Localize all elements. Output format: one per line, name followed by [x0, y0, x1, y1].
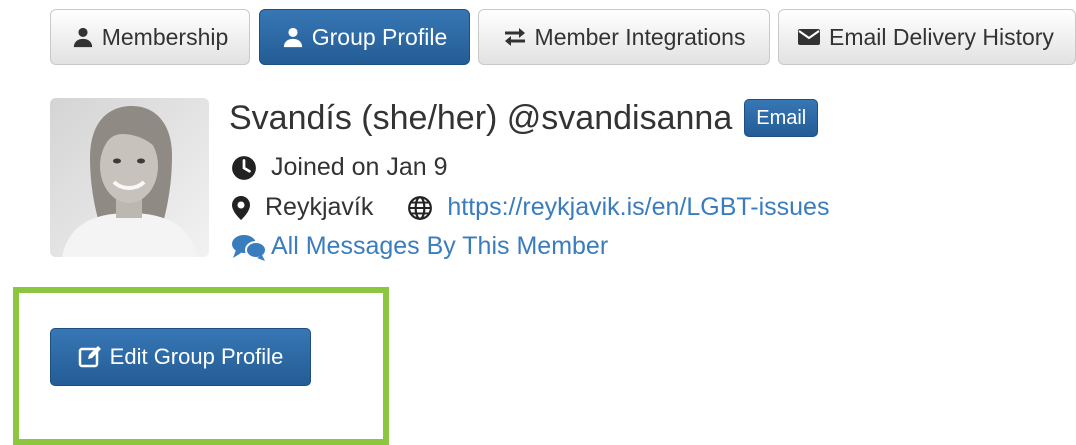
tab-email-delivery-history[interactable]: Email Delivery History: [778, 9, 1076, 65]
avatar-photo: [50, 98, 209, 257]
tab-label: Email Delivery History: [829, 23, 1054, 50]
tab-member-integrations[interactable]: Member Integrations: [478, 9, 770, 65]
email-button[interactable]: Email: [744, 99, 819, 137]
joined-row: Joined on Jan 9: [231, 153, 448, 182]
comments-icon: [232, 234, 267, 261]
tab-label: Group Profile: [311, 23, 448, 50]
globe-icon: [408, 195, 433, 220]
all-messages-label: All Messages By This Member: [271, 232, 609, 260]
envelope-icon: [798, 29, 820, 45]
map-marker-icon: [232, 195, 250, 220]
location-row: Reykjavík https://reykjavik.is/en/LGBT-i…: [231, 193, 829, 222]
edit-group-profile-button[interactable]: Edit Group Profile: [50, 328, 311, 386]
website-link[interactable]: https://reykjavik.is/en/LGBT-issues: [447, 193, 829, 222]
profile-header: Svandís (she/her) @svandisanna Email: [229, 96, 819, 140]
profile-display-name: Svandís (she/her) @svandisanna: [229, 98, 733, 137]
all-messages-link[interactable]: All Messages By This Member: [231, 232, 608, 261]
tab-group-profile[interactable]: Group Profile: [259, 9, 470, 65]
location-text: Reykjavík: [265, 193, 374, 221]
joined-date: Joined on Jan 9: [271, 153, 448, 181]
user-icon: [283, 27, 302, 48]
tab-label: Member Integrations: [534, 23, 746, 50]
tab-membership[interactable]: Membership: [50, 9, 250, 65]
exchange-icon: [504, 28, 525, 46]
tab-label: Membership: [101, 23, 229, 50]
avatar: [50, 98, 209, 257]
edit-icon: [78, 346, 101, 368]
edit-group-profile-label: Edit Group Profile: [109, 344, 284, 369]
user-icon: [73, 27, 92, 48]
clock-icon: [232, 155, 256, 180]
